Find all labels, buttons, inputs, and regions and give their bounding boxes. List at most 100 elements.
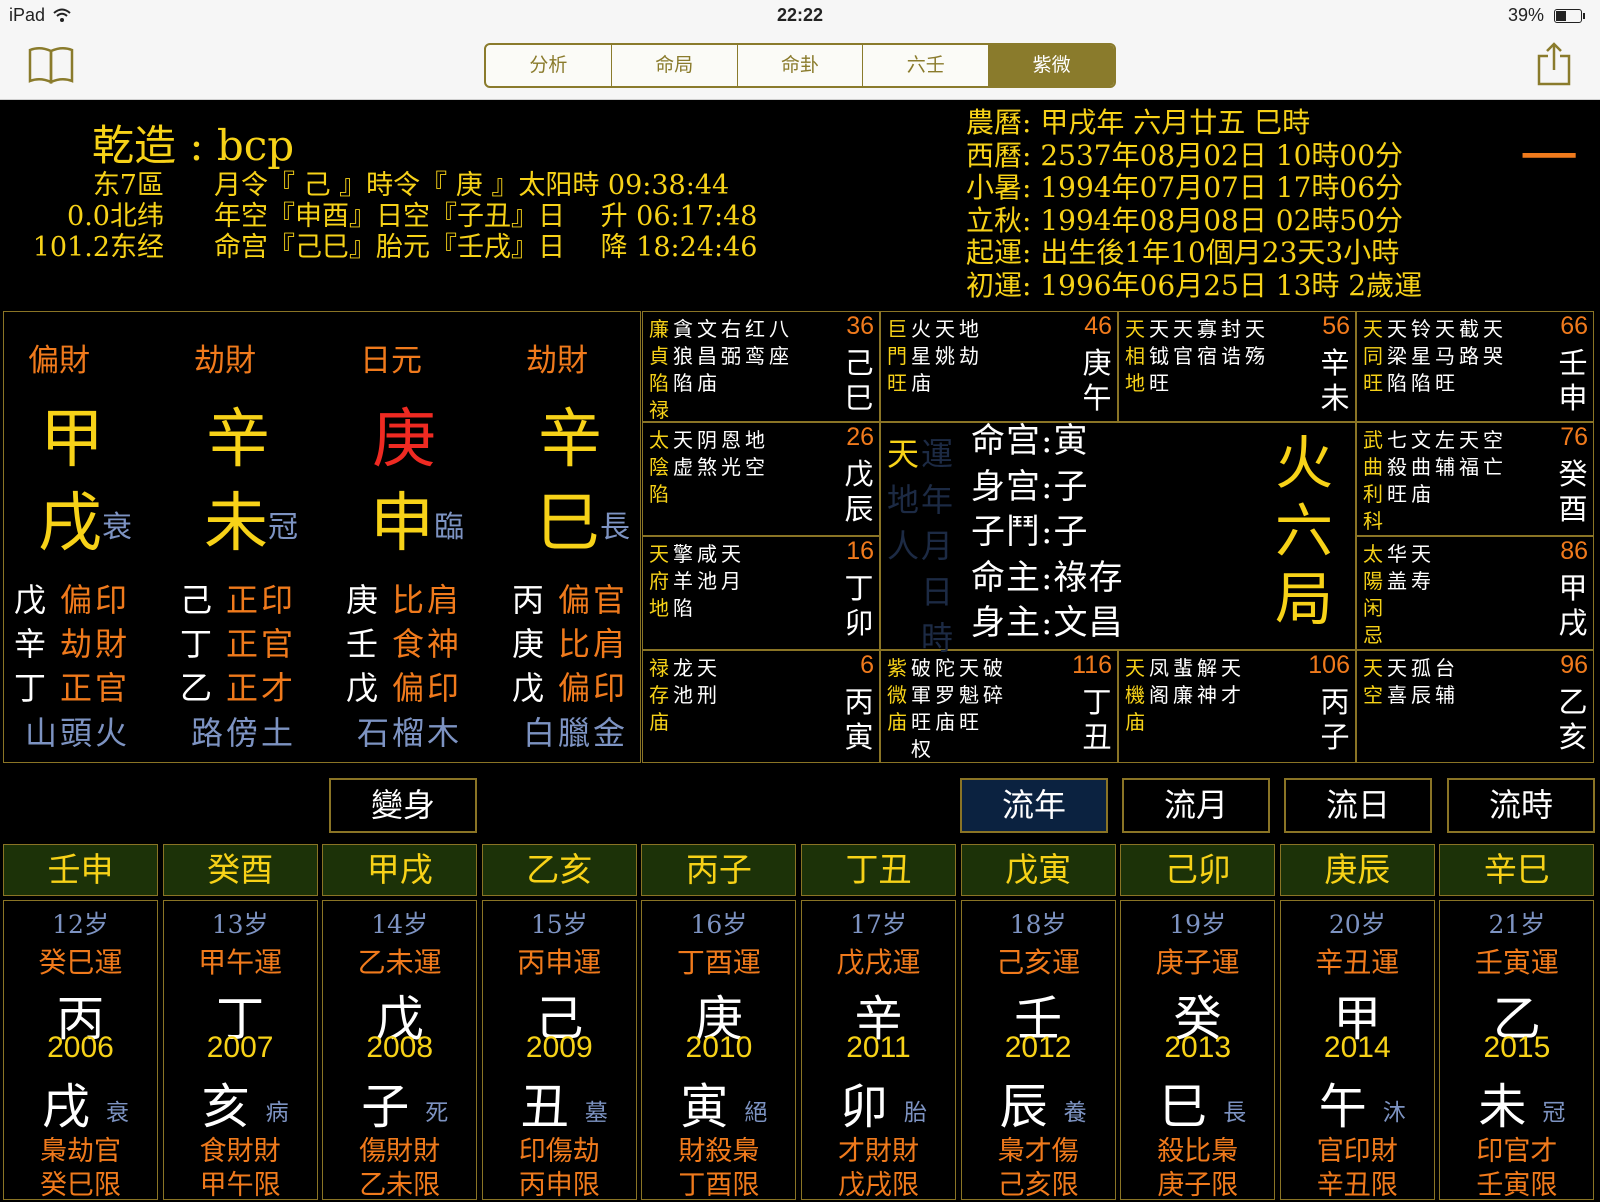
hidden-ten-god: 正印	[226, 581, 297, 619]
palace-cell[interactable]: 天天孤台 空喜辰辅 96 乙亥	[1356, 650, 1594, 763]
tab-ziwei[interactable]: 紫微	[989, 45, 1114, 86]
luck-label: 丁酉運	[676, 946, 761, 979]
palace-stars: 紫破陀天破 微軍罗魁碎 庙旺庙旺 权	[887, 655, 1007, 763]
share-icon[interactable]	[1536, 42, 1572, 86]
flow-year-card[interactable]: 19岁 庚子運癸 2013 巳長殺比梟 庚子限	[1120, 900, 1276, 1201]
year-branch: 巳	[1159, 1079, 1208, 1135]
flow-year-ganzhi[interactable]: 癸酉	[162, 844, 318, 896]
luck-label: 己亥運	[996, 946, 1081, 979]
flow-year-ganzhi[interactable]: 戊寅	[960, 844, 1116, 896]
flow-year-card[interactable]: 12岁 癸巳運丙 2006 戌衰梟劫官 癸巳限	[3, 900, 158, 1201]
center-side-b: 運 年 月 日 時	[921, 431, 953, 661]
star-char: 巨	[887, 317, 911, 341]
star-row: 天天铃天截天	[1363, 316, 1507, 343]
star-row: 旺庙	[887, 370, 983, 397]
year-branch: 戌	[42, 1079, 91, 1135]
flow-year-card[interactable]: 18岁 己亥運壬 2012 辰養梟才傷 己亥限	[960, 900, 1116, 1201]
star-char: 旺	[887, 371, 911, 395]
center-side-b-3: 日	[921, 573, 954, 611]
book-icon[interactable]	[28, 44, 74, 84]
star-char: 解	[1197, 656, 1221, 680]
flow-year-card[interactable]: 15岁 丙申運己 2009 丑墓印傷劫 丙申限	[481, 900, 637, 1201]
hidden-stem: 壬	[346, 625, 379, 663]
palace-cell[interactable]: 天擎咸天 府羊池月 地陷 16 丁卯	[642, 536, 880, 650]
star-char: 府	[649, 569, 673, 593]
transform-button[interactable]: 變身	[329, 778, 477, 833]
star-char: 天	[649, 542, 673, 566]
star-char: 軍	[911, 683, 935, 707]
luck-label: 庚子運	[1155, 946, 1240, 979]
bureau-char-0: 火	[1274, 429, 1333, 497]
hidden-stem: 丁	[180, 625, 213, 663]
flow-year-ganzhi[interactable]: 辛巳	[1439, 844, 1595, 896]
star-row: 天天天寡封天	[1125, 316, 1269, 343]
palace-age-number: 66	[1560, 312, 1588, 340]
star-char: 天	[1435, 317, 1459, 341]
star-char: 貞	[649, 344, 673, 368]
star-char: 太	[649, 428, 673, 452]
phase-label: 冠	[268, 510, 298, 545]
liuri-button[interactable]: 流日	[1284, 778, 1432, 833]
tab-gua[interactable]: 命卦	[738, 45, 864, 86]
longitude-label: 101.2东经	[32, 232, 164, 263]
palace-cell[interactable]: 太华天 陽盖寿闲忌 86 甲戌	[1356, 536, 1594, 650]
palace-cell[interactable]: 廉貪文右红八 貞狼昌弼鸾座 陷陷庙禄 36 己巳	[642, 311, 880, 422]
palace-cell[interactable]: 天凤蜚解天 機阁廉神才庙 106 丙子	[1118, 650, 1356, 763]
tab-chart[interactable]: 命局	[612, 45, 738, 86]
life-master: 命主:祿存	[971, 557, 1124, 598]
flow-year-ganzhi[interactable]: 丁丑	[801, 844, 956, 896]
palace-cell[interactable]: 太天阴恩地 陰虚煞光空陷 26 戊辰	[642, 422, 880, 536]
liushi-button[interactable]: 流時	[1447, 778, 1595, 833]
star-char: 煞	[697, 455, 721, 479]
palace-cell[interactable]: 紫破陀天破 微軍罗魁碎 庙旺庙旺 权 116 丁丑	[880, 650, 1118, 763]
palace-cell[interactable]: 禄龙天 存池刑庙 6 丙寅	[642, 650, 880, 763]
flow-year-ganzhi[interactable]: 庚辰	[1279, 844, 1435, 896]
palace-ganzhi: 丙子	[1320, 685, 1350, 754]
palace-cell[interactable]: 天天铃天截天 同梁星马路哭 旺陷陷旺 66 壬申	[1356, 311, 1594, 422]
star-char: 光	[721, 455, 745, 479]
hidden-stem: 丙	[512, 581, 545, 619]
hidden-ten-god: 偏印	[392, 669, 463, 707]
hidden-ten-god: 比肩	[392, 581, 463, 619]
flow-year-card[interactable]: 21岁 壬寅運乙 2015 未冠印官才 壬寅限	[1439, 900, 1595, 1201]
tab-analysis[interactable]: 分析	[486, 45, 612, 86]
star-char: 門	[887, 344, 911, 368]
center-side-b-1: 年	[921, 481, 954, 519]
star-row: 庙旺庙旺	[887, 709, 1007, 736]
flow-year-card[interactable]: 13岁 甲午運丁 2007 亥病食財財 甲午限	[162, 900, 318, 1201]
year-number: 2006	[47, 1031, 114, 1064]
palace-cell[interactable]: 天天天寡封天 相钺官宿诰殇 地旺 56 辛未	[1118, 311, 1356, 422]
palace-cell[interactable]: 巨火天地 門星姚劫 旺庙 46 庚午	[880, 311, 1118, 422]
star-row: 陷陷庙	[649, 370, 793, 397]
palace-ganzhi: 庚午	[1082, 346, 1112, 415]
star-char: 陷	[673, 596, 697, 620]
age-label: 14岁	[371, 910, 429, 939]
flow-year-card[interactable]: 20岁 辛丑運甲 2014 午沐官印財 辛丑限	[1279, 900, 1435, 1201]
star-char: 庙	[911, 371, 935, 395]
flow-year-card[interactable]: 17岁 戊戌運辛 2011 卯胎才財財 戊戌限	[801, 900, 956, 1201]
flow-year-ganzhi[interactable]: 甲戌	[322, 844, 478, 896]
star-char: 盖	[1387, 569, 1411, 593]
flow-year-card[interactable]: 14岁 乙未運戊 2008 子死傷財財 乙未限	[322, 900, 478, 1201]
star-char: 庙	[935, 710, 959, 734]
flow-year-ganzhi[interactable]: 乙亥	[481, 844, 637, 896]
palace-ganzhi: 辛未	[1320, 346, 1350, 415]
star-char: 截	[1459, 317, 1483, 341]
flow-year-ganzhi[interactable]: 己卯	[1120, 844, 1276, 896]
flow-year-card[interactable]: 16岁 丁酉運庚 2010 寅絕財殺梟 丁酉限	[641, 900, 797, 1201]
star-char: 天	[1363, 656, 1387, 680]
palace-stars: 天天孤台 空喜辰辅	[1363, 655, 1459, 709]
tab-liuren[interactable]: 六壬	[863, 45, 990, 86]
palace-ganzhi: 丁卯	[844, 571, 874, 640]
star-char: 虚	[673, 455, 697, 479]
star-char: 天	[935, 317, 959, 341]
liuyue-button[interactable]: 流月	[1122, 778, 1270, 833]
western-date: 西曆: 2537年08月02日 10時00分	[966, 138, 1404, 172]
liunian-button[interactable]: 流年	[960, 778, 1108, 833]
palace-cell[interactable]: 武七文左天空 曲殺曲辅福亡 利旺庙科 76 癸酉	[1356, 422, 1594, 536]
star-char: 太	[1363, 542, 1387, 566]
star-row: 同梁星马路哭	[1363, 343, 1507, 370]
age-label: 18岁	[1009, 910, 1067, 939]
flow-year-ganzhi[interactable]: 壬申	[3, 844, 158, 896]
flow-year-ganzhi[interactable]: 丙子	[641, 844, 797, 896]
